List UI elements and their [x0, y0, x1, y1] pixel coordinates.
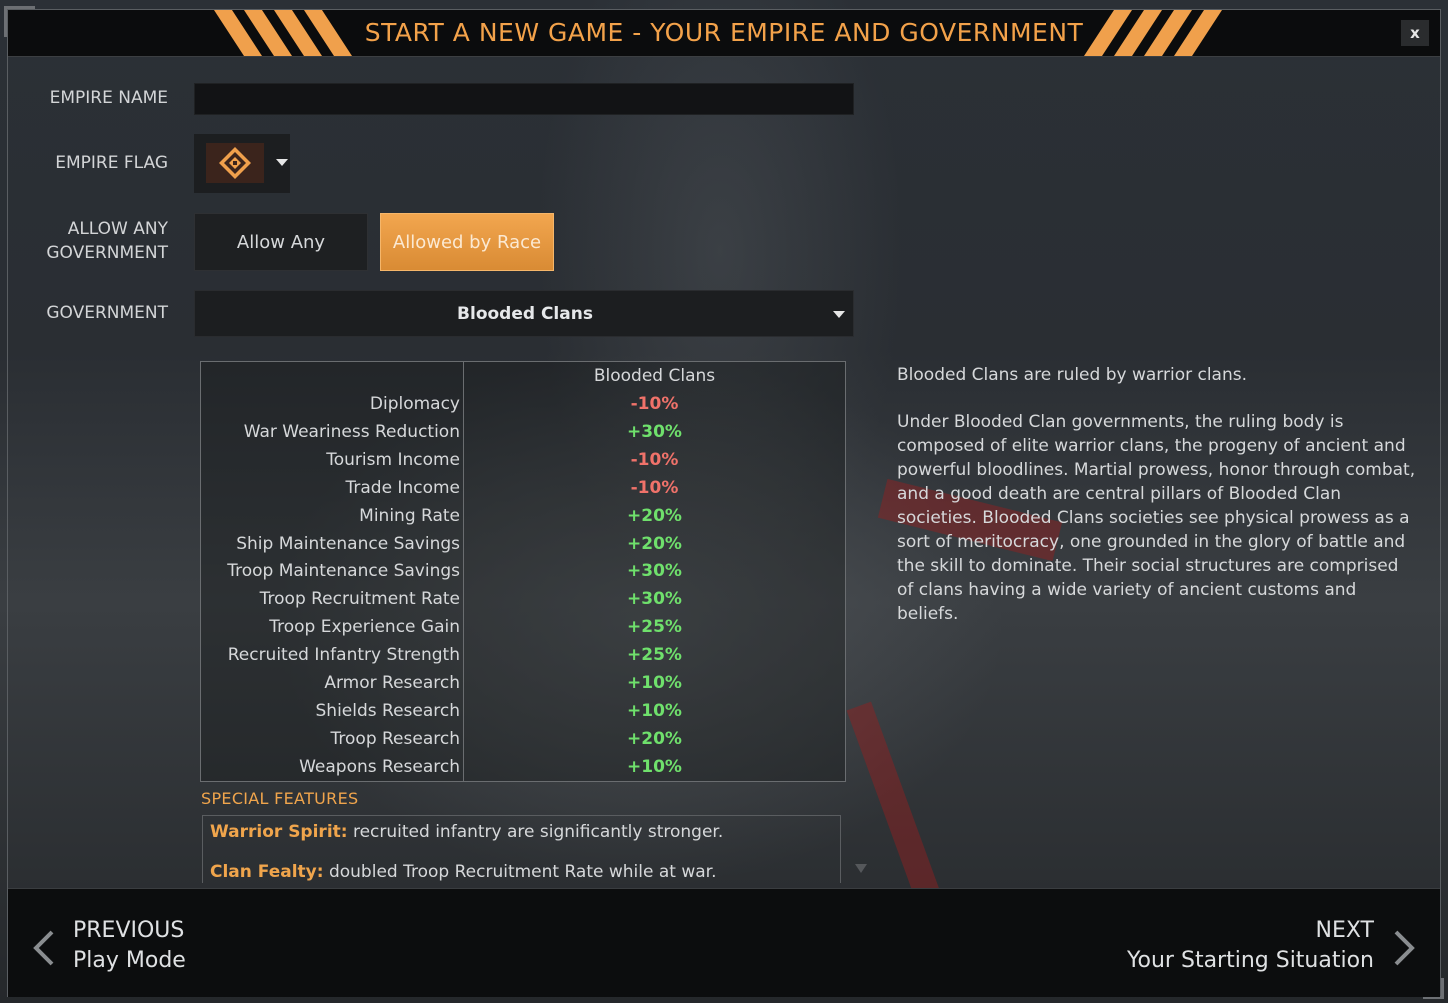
special-features-heading: SPECIAL FEATURES: [201, 789, 359, 808]
description-body: Under Blooded Clan governments, the ruli…: [897, 412, 1416, 624]
feature-text: doubled Troop Recruitment Rate while at …: [323, 862, 717, 882]
table-row-label: Ship Maintenance Savings: [236, 534, 460, 554]
table-row-label: Troop Experience Gain: [269, 617, 460, 637]
table-row-value: +25%: [627, 645, 682, 665]
flag-preview: [206, 143, 264, 183]
table-row-label: Shields Research: [315, 701, 461, 721]
allow-government-label-line2: GOVERNMENT: [46, 243, 168, 263]
table-row-value: -10%: [630, 394, 679, 414]
allow-government-label-line1: ALLOW ANY: [67, 219, 168, 239]
table-row-value: +30%: [627, 561, 682, 581]
table-row-label: Troop Maintenance Savings: [227, 561, 460, 581]
table-row-label: Recruited Infantry Strength: [227, 645, 460, 665]
feature-name: Clan Fealty:: [210, 862, 324, 882]
allow-any-button[interactable]: Allow Any: [194, 213, 368, 271]
government-dropdown[interactable]: Blooded Clans: [194, 290, 854, 337]
table-row-value: -10%: [630, 478, 679, 498]
table-row-label: Tourism Income: [326, 450, 460, 470]
empire-name-input[interactable]: [194, 83, 854, 115]
table-row-value: +30%: [627, 589, 682, 609]
table-row-label: Mining Rate: [359, 506, 460, 526]
table-row-label: Troop Research: [330, 729, 460, 749]
table-row-value: +20%: [627, 534, 682, 554]
previous-button[interactable]: PREVIOUS Play Mode: [30, 918, 200, 980]
table-row-label: Troop Recruitment Rate: [259, 589, 460, 609]
feature-item: Clan Fealty: doubled Troop Recruitment R…: [210, 862, 716, 882]
table-row-value: +10%: [627, 757, 682, 777]
description-summary: Blooded Clans are ruled by warrior clans…: [897, 365, 1248, 385]
table-row-label: Diplomacy: [369, 394, 460, 414]
table-row-label: War Weariness Reduction: [243, 422, 460, 442]
next-label: NEXT: [1315, 918, 1374, 943]
table-row-label: Armor Research: [324, 673, 460, 693]
table-row-value: +10%: [627, 701, 682, 721]
chevron-down-icon: [276, 159, 288, 166]
feature-item: Warrior Spirit: recruited infantry are s…: [210, 822, 723, 842]
table-row-value: +30%: [627, 422, 682, 442]
empire-flag-icon: [219, 147, 251, 179]
chevron-left-icon: [33, 930, 54, 966]
government-selected-value: Blooded Clans: [457, 304, 593, 324]
next-button[interactable]: NEXT Your Starting Situation: [1127, 918, 1420, 980]
table-row-value: -10%: [630, 450, 679, 470]
allowed-by-race-button[interactable]: Allowed by Race: [380, 213, 554, 271]
table-row-value: +20%: [627, 729, 682, 749]
close-button[interactable]: x: [1401, 20, 1429, 46]
empire-name-label: EMPIRE NAME: [49, 88, 168, 108]
previous-label: PREVIOUS: [73, 918, 185, 943]
page-title: START A NEW GAME - YOUR EMPIRE AND GOVER…: [364, 18, 1084, 47]
table-row-label: Weapons Research: [299, 757, 460, 777]
special-features-list[interactable]: Warrior Spirit: recruited infantry are s…: [202, 815, 841, 883]
scroll-down-icon[interactable]: [855, 864, 867, 873]
table-row-value: +25%: [627, 617, 682, 637]
feature-text: recruited infantry are significantly str…: [347, 822, 724, 842]
chevron-right-icon: [1394, 930, 1415, 966]
previous-sublabel: Play Mode: [73, 948, 186, 973]
empire-flag-label: EMPIRE FLAG: [55, 153, 168, 173]
empire-flag-dropdown[interactable]: [194, 134, 290, 193]
government-label: GOVERNMENT: [46, 303, 168, 323]
table-column-header: Blooded Clans: [593, 366, 716, 386]
feature-name: Warrior Spirit:: [210, 822, 348, 842]
table-row-value: +20%: [627, 506, 682, 526]
table-row-label: Trade Income: [345, 478, 460, 498]
next-sublabel: Your Starting Situation: [1127, 948, 1374, 973]
chevron-down-icon: [833, 311, 845, 318]
table-row-value: +10%: [627, 673, 682, 693]
government-description: Blooded Clans are ruled by warrior clans…: [897, 363, 1417, 649]
